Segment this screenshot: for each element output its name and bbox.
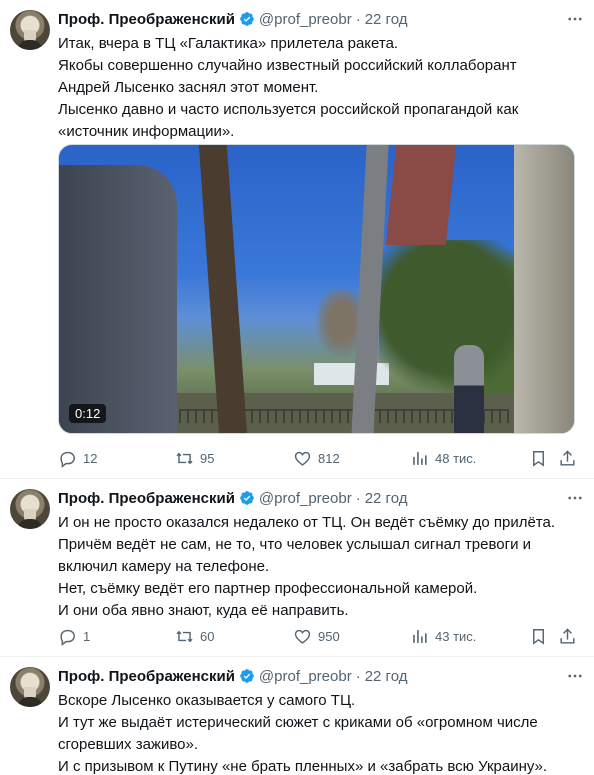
like-button[interactable]: 950 xyxy=(293,627,340,646)
views-count: 48 тис. xyxy=(435,450,477,466)
text-line: сгоревших заживо». xyxy=(58,736,199,753)
action-bar: 12 95 812 48 тис. xyxy=(58,447,578,469)
video-frame-billboard xyxy=(385,145,457,245)
author-handle[interactable]: @prof_preobr xyxy=(259,668,352,685)
tweet-text: Вскоре Лысенко оказывается у самого ТЦ. … xyxy=(58,690,584,775)
timestamp[interactable]: 22 год xyxy=(365,490,408,507)
text-line: Нет, съёмку ведёт его партнер профессион… xyxy=(58,580,478,597)
bookmark-button[interactable] xyxy=(529,449,548,468)
video-frame-person xyxy=(454,345,484,433)
bookmark-icon xyxy=(533,628,544,645)
analytics-icon xyxy=(413,451,427,465)
video-frame-foreground-person xyxy=(59,165,177,433)
more-options-icon[interactable] xyxy=(566,489,584,507)
like-button[interactable]: 812 xyxy=(293,449,340,468)
separator-dot: · xyxy=(355,489,361,507)
reply-count: 1 xyxy=(83,628,91,644)
retweet-count: 95 xyxy=(200,450,215,466)
text-line: И тут же выдаёт истерический сюжет с кри… xyxy=(58,714,538,731)
retweet-icon xyxy=(176,452,193,464)
bookmark-button[interactable] xyxy=(529,627,548,646)
like-count: 950 xyxy=(318,628,340,644)
text-line: Вскоре Лысенко оказывается у самого ТЦ. xyxy=(58,692,356,709)
verified-badge-icon xyxy=(240,12,254,26)
video-frame-building xyxy=(314,363,389,385)
author-name[interactable]: Проф. Преображенский xyxy=(58,490,235,507)
share-button[interactable] xyxy=(558,449,577,468)
share-button[interactable] xyxy=(558,627,577,646)
views-button[interactable]: 48 тис. xyxy=(410,449,476,468)
tweet-header: Проф. Преображенский @prof_preobr · 22 г… xyxy=(58,666,407,686)
action-bar: 1 60 950 43 тис. xyxy=(58,625,578,647)
heart-icon xyxy=(294,451,311,466)
tweet[interactable]: Проф. Преображенский @prof_preobr · 22 г… xyxy=(0,656,594,775)
separator-dot: · xyxy=(355,667,361,685)
avatar[interactable] xyxy=(10,10,50,50)
timestamp[interactable]: 22 год xyxy=(365,11,408,28)
text-line: «источник информации». xyxy=(58,123,235,140)
avatar[interactable] xyxy=(10,667,50,707)
video-frame-birch xyxy=(514,145,574,433)
bookmark-icon xyxy=(533,450,544,467)
video-duration: 0:12 xyxy=(69,404,107,423)
verified-badge-icon xyxy=(240,669,254,683)
author-handle[interactable]: @prof_preobr xyxy=(259,11,352,28)
share-icon xyxy=(560,449,575,466)
retweet-count: 60 xyxy=(200,628,215,644)
more-options-icon[interactable] xyxy=(566,667,584,685)
text-line: Лысенко давно и часто используется росси… xyxy=(58,101,519,118)
text-line: И он не просто оказался недалеко от ТЦ. … xyxy=(58,514,555,531)
reply-button[interactable]: 1 xyxy=(58,627,90,646)
author-handle[interactable]: @prof_preobr xyxy=(259,490,352,507)
reply-button[interactable]: 12 xyxy=(58,449,97,468)
tweet-header: Проф. Преображенский @prof_preobr · 22 г… xyxy=(58,488,407,508)
tweet-header: Проф. Преображенский @prof_preobr · 22 г… xyxy=(58,9,407,29)
video-player[interactable]: 0:12 xyxy=(58,144,575,434)
tweet[interactable]: Проф. Преображенский @prof_preobr · 22 г… xyxy=(0,478,594,656)
verified-badge-icon xyxy=(240,491,254,505)
avatar[interactable] xyxy=(10,489,50,529)
share-icon xyxy=(560,627,575,644)
text-line: Причём ведёт не сам, не то, что человек … xyxy=(58,536,532,553)
text-line: И они оба явно знают, куда её направить. xyxy=(58,602,349,619)
analytics-icon xyxy=(413,629,427,643)
tweet-text: И он не просто оказался недалеко от ТЦ. … xyxy=(58,512,584,622)
views-count: 43 тис. xyxy=(435,628,477,644)
heart-icon xyxy=(294,629,311,644)
reply-count: 12 xyxy=(83,450,98,466)
reply-icon xyxy=(60,629,75,646)
video-frame-tree-trunk xyxy=(198,145,248,433)
text-line: Итак, вчера в ТЦ «Галактика» прилетела р… xyxy=(58,35,399,52)
separator-dot: · xyxy=(355,10,361,28)
text-line: Андрей Лысенко заснял этот момент. xyxy=(58,79,319,96)
reply-icon xyxy=(60,451,75,468)
text-line: И с призывом к Путину «не брать пленных»… xyxy=(58,758,548,775)
text-line: включил камеру на телефоне. xyxy=(58,558,270,575)
retweet-button[interactable]: 60 xyxy=(175,627,214,646)
like-count: 812 xyxy=(318,450,340,466)
tweet[interactable]: Проф. Преображенский @prof_preobr · 22 г… xyxy=(0,0,594,478)
retweet-icon xyxy=(176,630,193,642)
tweet-text: Итак, вчера в ТЦ «Галактика» прилетела р… xyxy=(58,33,584,143)
retweet-button[interactable]: 95 xyxy=(175,449,214,468)
author-name[interactable]: Проф. Преображенский xyxy=(58,668,235,685)
author-name[interactable]: Проф. Преображенский xyxy=(58,11,235,28)
timestamp[interactable]: 22 год xyxy=(365,668,408,685)
views-button[interactable]: 43 тис. xyxy=(410,627,476,646)
more-options-icon[interactable] xyxy=(566,10,584,28)
text-line: Якобы совершенно случайно известный росс… xyxy=(58,57,517,74)
